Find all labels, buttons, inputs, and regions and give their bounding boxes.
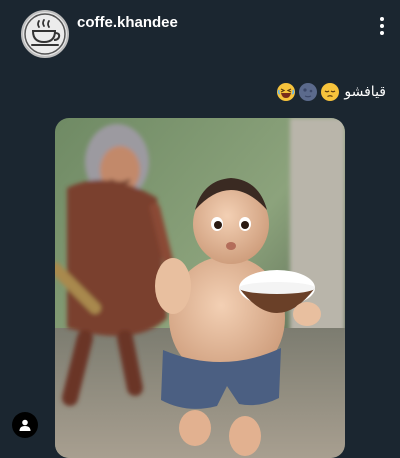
avatar[interactable] xyxy=(21,10,69,58)
new-moon-face-icon xyxy=(299,83,318,101)
vertical-ellipsis-icon xyxy=(380,17,384,35)
coffee-cup-logo-icon xyxy=(24,13,66,55)
person-icon xyxy=(19,419,31,431)
post-photo xyxy=(55,118,345,458)
grinning-squinting-face-icon xyxy=(277,83,296,101)
caption-text: قيافشو xyxy=(344,84,386,100)
post-username[interactable]: coffe.khandee xyxy=(77,14,178,31)
more-options-button[interactable] xyxy=(372,14,392,38)
post-caption: قيافشو xyxy=(276,80,386,104)
pensive-face-icon xyxy=(321,83,340,101)
profile-button[interactable] xyxy=(12,412,38,438)
post-image[interactable] xyxy=(55,118,345,458)
